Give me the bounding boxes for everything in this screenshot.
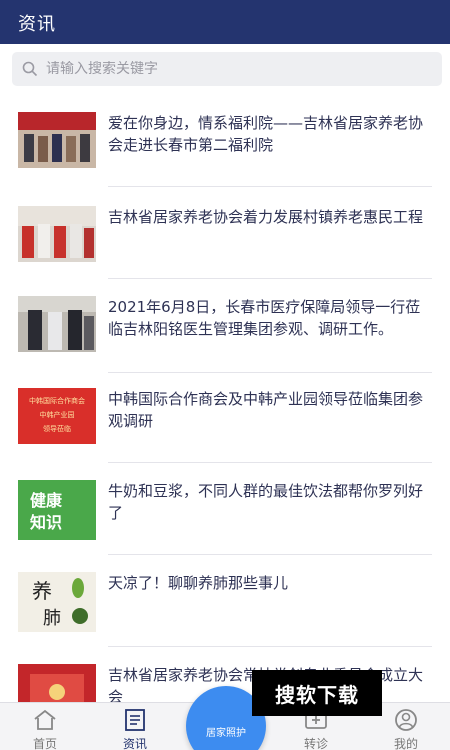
thumb-text: 健康 <box>30 491 63 510</box>
news-item-1[interactable]: 爱在你身边，情系福利院——吉林省居家养老协会走进长春市第二福利院 <box>18 112 432 192</box>
tab-label: 转诊 <box>303 737 328 750</box>
news-thumbnail <box>18 206 96 262</box>
news-headline: 爱在你身边，情系福利院——吉林省居家养老协会走进长春市第二福利院 <box>108 114 424 154</box>
divider <box>108 646 432 647</box>
tab-news[interactable]: 资讯 <box>100 703 170 750</box>
divider <box>108 278 432 279</box>
news-thumbnail <box>18 296 96 352</box>
search-input[interactable] <box>46 61 442 77</box>
thumb-text: 领导莅临 <box>43 424 71 433</box>
news-headline: 吉林省居家养老协会着力发展村镇养老惠民工程 <box>108 208 424 226</box>
news-item-2[interactable]: 吉林省居家养老协会着力发展村镇养老惠民工程 <box>18 206 432 286</box>
divider <box>108 186 432 187</box>
app-header: 资讯 <box>0 0 450 44</box>
news-headline: 中韩国际合作商会及中韩产业园领导莅临集团参观调研 <box>108 390 424 430</box>
thumb-text: 中韩产业园 <box>40 410 75 419</box>
news-item-5[interactable]: 健康 知识 牛奶和豆浆，不同人群的最佳饮法都帮你罗列好了 <box>18 480 432 560</box>
news-headline: 牛奶和豆浆，不同人群的最佳饮法都帮你罗列好了 <box>108 482 424 522</box>
search-icon <box>22 61 38 77</box>
news-thumbnail: 健康 知识 <box>18 480 96 540</box>
fab-label: 居家照护 <box>206 728 246 739</box>
tab-home[interactable]: 首页 <box>10 703 80 750</box>
page-title: 资讯 <box>18 14 56 35</box>
thumb-text: 肺 <box>43 608 61 629</box>
tab-label: 首页 <box>32 737 57 750</box>
news-thumbnail: 养 肺 <box>18 572 96 632</box>
news-item-3[interactable]: 2021年6月8日，长春市医疗保障局领导一行莅临吉林阳铭医生管理集团参观、调研工… <box>18 296 432 376</box>
news-thumbnail: 中韩国际合作商会 中韩产业园 领导莅临 <box>18 388 96 444</box>
news-headline: 天凉了！聊聊养肺那些事儿 <box>108 574 289 592</box>
news-item-6[interactable]: 养 肺 天凉了！聊聊养肺那些事儿 <box>18 572 432 652</box>
tab-label: 我的 <box>393 737 418 750</box>
thumb-text: 知识 <box>30 513 62 532</box>
search-bar[interactable] <box>12 52 442 86</box>
profile-icon <box>395 709 417 731</box>
tab-label: 资讯 <box>122 737 147 750</box>
watermark: 搜软下载 <box>252 670 382 716</box>
home-icon <box>34 709 56 730</box>
divider <box>108 554 432 555</box>
news-headline: 2021年6月8日，长春市医疗保障局领导一行莅临吉林阳铭医生管理集团参观、调研工… <box>108 298 421 338</box>
news-icon <box>125 709 145 731</box>
thumb-text: 中韩国际合作商会 <box>29 396 85 405</box>
divider <box>108 462 432 463</box>
thumb-text: 养 <box>32 579 52 603</box>
divider <box>108 372 432 373</box>
news-thumbnail <box>18 112 96 168</box>
news-item-4[interactable]: 中韩国际合作商会 中韩产业园 领导莅临 中韩国际合作商会及中韩产业园领导莅临集团… <box>18 388 432 468</box>
search-box[interactable] <box>12 52 442 86</box>
